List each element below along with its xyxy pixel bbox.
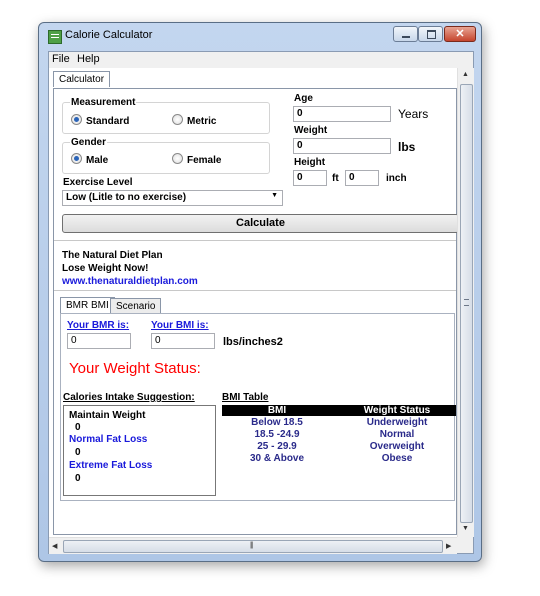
horizontal-scroll-thumb[interactable]: ||| <box>63 540 443 553</box>
radio-selected-icon <box>71 153 82 164</box>
minimize-button[interactable] <box>393 26 418 42</box>
extreme-fat-loss-value: 0 <box>75 473 81 484</box>
close-icon: ✕ <box>455 28 465 40</box>
scroll-down-icon[interactable]: ▼ <box>462 525 469 532</box>
promo-line1: The Natural Diet Plan <box>62 250 163 261</box>
menu-bar: File Help <box>49 52 473 68</box>
bmi-status: Overweight <box>369 441 425 452</box>
maintain-weight-label: Maintain Weight <box>69 410 146 421</box>
inch-unit: inch <box>386 173 407 184</box>
divider <box>54 240 456 241</box>
menu-file[interactable]: File <box>52 53 70 65</box>
radio-female[interactable]: Female <box>172 153 221 166</box>
calculator-app-icon <box>48 30 62 44</box>
tab-bmr-bmi[interactable]: BMR BMI <box>60 297 115 313</box>
bmr-label[interactable]: Your BMR is: <box>67 320 129 331</box>
exercise-label: Exercise Level <box>63 177 133 188</box>
app-window: Calorie Calculator ✕ File Help Calculato… <box>38 22 482 562</box>
close-button[interactable]: ✕ <box>444 26 476 42</box>
age-label: Age <box>294 93 313 104</box>
vertical-scrollbar[interactable]: ▲ ▼ <box>457 68 474 537</box>
table-row: 18.5 -24.9 Normal <box>222 429 456 441</box>
table-row: 25 - 29.9 Overweight <box>222 441 456 453</box>
bmi-table-title: BMI Table <box>222 392 269 403</box>
radio-standard[interactable]: Standard <box>71 114 129 127</box>
maximize-button[interactable] <box>418 26 443 42</box>
normal-fat-loss-label: Normal Fat Loss <box>69 434 148 445</box>
exercise-dropdown[interactable]: Low (Litle to no exercise) ▼ <box>62 190 283 206</box>
bmi-unit: lbs/inches2 <box>223 336 283 348</box>
chevron-down-icon: ▼ <box>271 192 278 199</box>
grip-icon <box>464 299 469 306</box>
age-unit: Years <box>398 107 429 121</box>
maintain-weight-value: 0 <box>75 422 81 433</box>
radio-female-label: Female <box>187 155 222 166</box>
calculator-panel: Measurement Standard Metric Gender Male … <box>53 88 459 535</box>
bmi-range: 18.5 -24.9 <box>254 429 300 440</box>
grip-icon: ||| <box>250 542 254 549</box>
weight-input[interactable]: 0 <box>293 138 391 154</box>
exercise-value: Low (Litle to no exercise) <box>66 192 187 203</box>
window-title: Calorie Calculator <box>65 29 153 41</box>
age-input[interactable]: 0 <box>293 106 391 122</box>
gender-label: Gender <box>70 137 108 148</box>
menu-help[interactable]: Help <box>77 53 100 65</box>
radio-metric[interactable]: Metric <box>172 114 216 127</box>
maximize-icon <box>427 30 436 39</box>
radio-standard-label: Standard <box>86 116 130 127</box>
scroll-area: Calculator Measurement Standard Metric G… <box>49 68 474 554</box>
table-row: Below 18.5 Underweight <box>222 417 456 429</box>
bmi-header-bmi: BMI <box>267 405 287 416</box>
scroll-right-icon[interactable]: ▶ <box>446 542 451 550</box>
weight-status-label: Your Weight Status: <box>69 360 201 377</box>
bmi-status: Obese <box>381 453 413 464</box>
bmi-header-status: Weight Status <box>363 405 431 416</box>
title-bar[interactable]: Calorie Calculator ✕ <box>39 23 481 49</box>
bmr-output[interactable]: 0 <box>67 333 131 349</box>
radio-selected-icon <box>71 114 82 125</box>
bmi-output[interactable]: 0 <box>151 333 215 349</box>
bmi-status: Normal <box>379 429 415 440</box>
height-label: Height <box>294 157 326 168</box>
radio-male[interactable]: Male <box>71 153 108 166</box>
bmi-status: Underweight <box>366 417 428 428</box>
feet-unit: ft <box>332 173 339 184</box>
calories-title: Calories Intake Suggestion: <box>63 392 195 403</box>
radio-unselected-icon <box>172 153 183 164</box>
minimize-icon <box>402 36 410 38</box>
weight-label: Weight <box>294 125 328 136</box>
divider <box>54 290 456 291</box>
bmi-range: 25 - 29.9 <box>257 441 297 452</box>
client-area: File Help Calculator Measurement Standar… <box>48 51 474 554</box>
weight-unit: lbs <box>398 140 416 154</box>
bmi-table: BMI Weight Status Below 18.5 Underweight… <box>222 405 456 465</box>
calculate-button[interactable]: Calculate <box>62 214 459 233</box>
scrollbar-corner <box>457 537 473 553</box>
radio-metric-label: Metric <box>187 116 217 127</box>
tab-scenario[interactable]: Scenario <box>110 298 162 314</box>
bmr-bmi-panel: Your BMR is: 0 Your BMI is: 0 lbs/inches… <box>60 313 456 501</box>
extreme-fat-loss-label: Extreme Fat Loss <box>69 460 153 471</box>
table-row: 30 & Above Obese <box>222 453 456 465</box>
normal-fat-loss-value: 0 <box>75 447 81 458</box>
promo-line2: Lose Weight Now! <box>62 263 149 274</box>
promo-link[interactable]: www.thenaturaldietplan.com <box>62 276 198 287</box>
bmi-range: 30 & Above <box>249 453 305 464</box>
tab-calculator[interactable]: Calculator <box>53 71 111 87</box>
height-feet-input[interactable]: 0 <box>293 170 327 186</box>
horizontal-scrollbar[interactable]: ◀ ||| ▶ <box>49 537 457 554</box>
bmi-table-header: BMI Weight Status <box>222 405 456 416</box>
radio-male-label: Male <box>86 155 109 166</box>
scroll-left-icon[interactable]: ◀ <box>52 542 57 550</box>
vertical-scroll-thumb[interactable] <box>460 84 473 523</box>
bmi-range: Below 18.5 <box>251 417 303 428</box>
height-inches-input[interactable]: 0 <box>345 170 379 186</box>
bmi-label[interactable]: Your BMI is: <box>151 320 209 331</box>
scroll-up-icon[interactable]: ▲ <box>462 71 469 78</box>
measurement-label: Measurement <box>70 97 137 108</box>
radio-unselected-icon <box>172 114 183 125</box>
